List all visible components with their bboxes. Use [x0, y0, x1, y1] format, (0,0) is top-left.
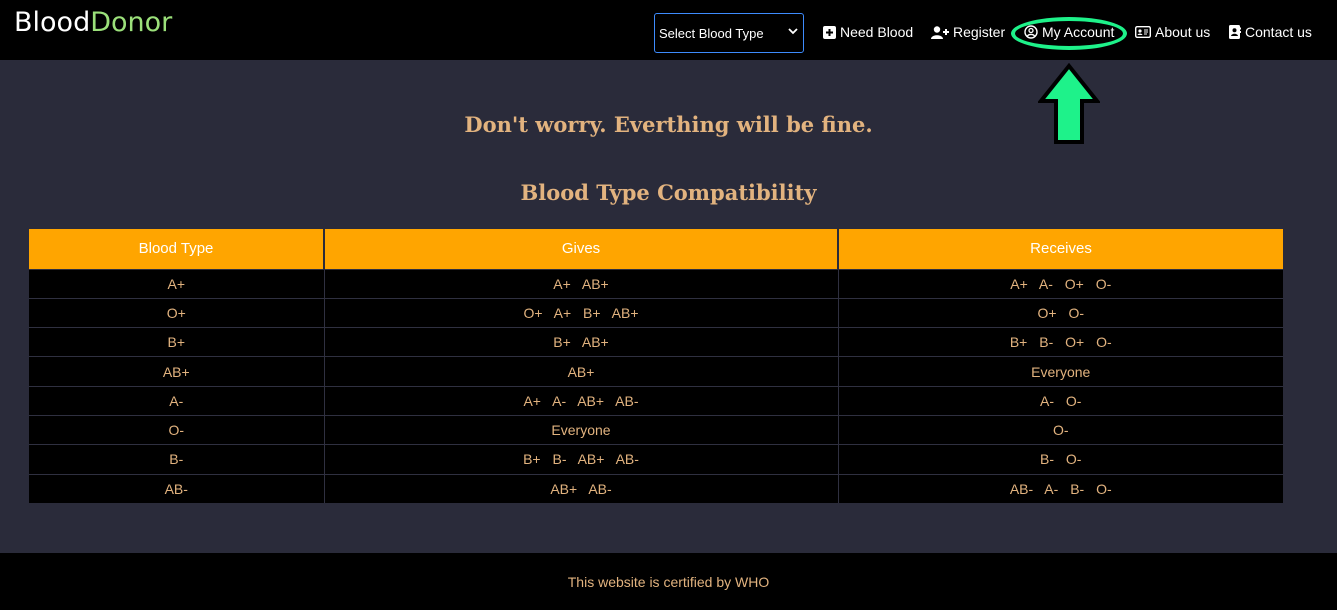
- cell-blood-type: A-: [29, 385, 325, 416]
- brand-primary: Blood: [14, 7, 91, 38]
- cell-gives: Everyone: [324, 414, 839, 445]
- cell-receives: Everyone: [838, 356, 1283, 387]
- nav-register[interactable]: Register: [931, 24, 1005, 40]
- cell-blood-type: O+: [29, 297, 325, 328]
- address-book-icon: [1229, 25, 1241, 39]
- table-row: A- A+ A- AB+ AB- A- O-: [29, 385, 1283, 416]
- nav-contact-us[interactable]: Contact us: [1229, 24, 1312, 40]
- table-row: O+ O+ A+ B+ AB+ O+ O-: [29, 297, 1283, 328]
- cell-gives: B+ AB+: [324, 327, 839, 357]
- tagline: Don't worry. Everthing will be fine.: [464, 112, 873, 137]
- cell-gives: O+ A+ B+ AB+: [324, 297, 839, 328]
- cell-blood-type: O-: [29, 414, 325, 445]
- cell-receives: A- O-: [838, 385, 1283, 416]
- nav-need-blood[interactable]: Need Blood: [823, 24, 913, 40]
- compatibility-table: Blood Type Gives Receives A+ A+ AB+ A+ A- …: [29, 229, 1283, 504]
- table-row: A+ A+ AB+ A+ A- O+ O-: [29, 268, 1283, 299]
- header-blood-type: Blood Type: [29, 229, 325, 269]
- nav-my-account-label: My Account: [1042, 24, 1115, 40]
- plus-square-icon: [823, 25, 836, 39]
- navbar: BloodDonor Select Blood Type Need Blood …: [0, 0, 1337, 60]
- footer: This website is certified by WHO: [0, 553, 1337, 610]
- nav-about-us-label: About us: [1155, 24, 1211, 40]
- blood-type-select-value: Select Blood Type: [659, 26, 764, 41]
- nav-register-label: Register: [953, 24, 1006, 40]
- chevron-down-icon: [788, 28, 798, 35]
- table-row: B+ B+ AB+ B+ B- O+ O-: [29, 327, 1283, 357]
- cell-blood-type: B+: [29, 327, 325, 357]
- table-header-row: Blood Type Gives Receives: [29, 229, 1283, 269]
- user-circle-icon: [1024, 25, 1038, 39]
- cell-blood-type: B-: [29, 444, 325, 475]
- footer-text: This website is certified by WHO: [567, 574, 770, 590]
- brand-logo[interactable]: BloodDonor: [14, 7, 172, 38]
- cell-gives: A+ AB+: [324, 268, 839, 299]
- cell-receives: AB- A- B- O-: [838, 473, 1283, 504]
- brand-accent: Donor: [90, 7, 173, 38]
- cell-blood-type: AB+: [29, 356, 325, 387]
- cell-blood-type: A+: [29, 268, 325, 299]
- blood-type-select[interactable]: Select Blood Type: [654, 13, 804, 53]
- header-receives: Receives: [838, 229, 1283, 269]
- cell-gives: A+ A- AB+ AB-: [324, 385, 839, 416]
- cell-receives: B- O-: [838, 444, 1283, 475]
- cell-blood-type: AB-: [29, 473, 325, 504]
- user-plus-icon: [931, 25, 949, 39]
- cell-receives: O+ O-: [838, 297, 1283, 328]
- id-card-icon: [1135, 26, 1151, 38]
- nav-about-us[interactable]: About us: [1135, 24, 1210, 40]
- cell-gives: AB+: [324, 356, 839, 387]
- cell-receives: A+ A- O+ O-: [838, 268, 1283, 299]
- cell-receives: B+ B- O+ O-: [838, 327, 1283, 357]
- cell-gives: AB+ AB-: [324, 473, 839, 504]
- table-row: AB- AB+ AB- AB- A- B- O-: [29, 473, 1283, 504]
- cell-receives: O-: [838, 414, 1283, 445]
- nav-contact-us-label: Contact us: [1245, 24, 1312, 40]
- table-row: O- Everyone O-: [29, 414, 1283, 445]
- header-gives: Gives: [324, 229, 839, 269]
- table-row: AB+ AB+ Everyone: [29, 356, 1283, 387]
- table-title: Blood Type Compatibility: [520, 180, 817, 205]
- nav-need-blood-label: Need Blood: [840, 24, 914, 40]
- cell-gives: B+ B- AB+ AB-: [324, 444, 839, 475]
- nav-my-account[interactable]: My Account: [1024, 24, 1114, 40]
- table-row: B- B+ B- AB+ AB- B- O-: [29, 444, 1283, 475]
